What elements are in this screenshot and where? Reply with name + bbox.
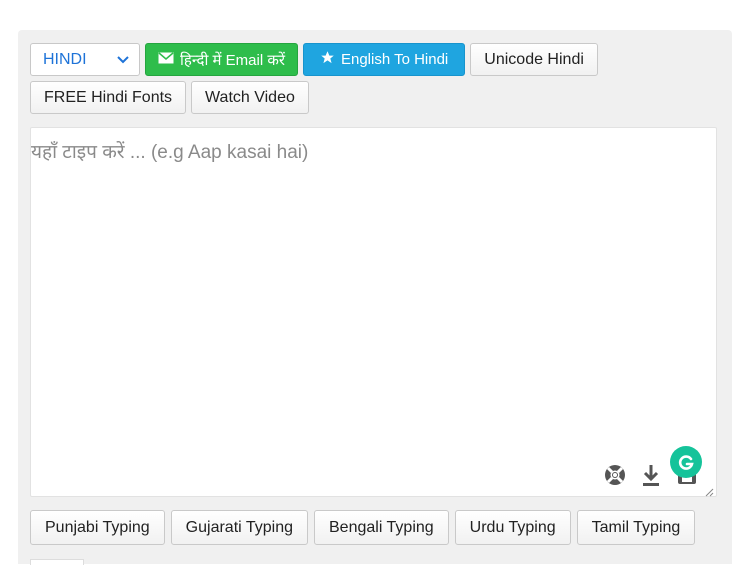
envelope-icon bbox=[158, 51, 174, 68]
toolbar-row-1: HINDI हिन्दी में Email करें English To H… bbox=[30, 43, 720, 76]
email-in-hindi-label: हिन्दी में Email करें bbox=[180, 51, 285, 69]
unicode-hindi-label: Unicode Hindi bbox=[484, 50, 584, 68]
bengali-typing-label: Bengali Typing bbox=[329, 518, 434, 536]
resize-handle[interactable] bbox=[704, 484, 714, 497]
unicode-hindi-button[interactable]: Unicode Hindi bbox=[470, 43, 598, 76]
english-to-hindi-button[interactable]: English To Hindi bbox=[302, 43, 466, 76]
urdu-typing-label: Urdu Typing bbox=[469, 518, 556, 536]
english-to-hindi-label: English To Hindi bbox=[340, 51, 449, 68]
toolbar: HINDI हिन्दी में Email करें English To H… bbox=[30, 43, 720, 119]
typing-textarea[interactable]: यहाँ टाइप करें ... (e.g Aap kasai hai) bbox=[30, 127, 717, 497]
download-icon[interactable] bbox=[638, 462, 664, 488]
tamil-typing-label: Tamil Typing bbox=[591, 518, 681, 536]
punjabi-typing-button[interactable]: Punjabi Typing bbox=[30, 510, 165, 545]
language-select-value: HINDI bbox=[43, 50, 87, 68]
free-hindi-fonts-button[interactable]: FREE Hindi Fonts bbox=[30, 81, 187, 114]
gujarati-typing-button[interactable]: Gujarati Typing bbox=[170, 510, 308, 545]
email-in-hindi-button[interactable]: हिन्दी में Email करें bbox=[145, 43, 298, 76]
next-row-edge bbox=[30, 559, 84, 565]
free-hindi-fonts-label: FREE Hindi Fonts bbox=[44, 88, 173, 106]
watch-video-button[interactable]: Watch Video bbox=[191, 81, 309, 114]
bengali-typing-button[interactable]: Bengali Typing bbox=[314, 510, 449, 545]
chevron-down-icon bbox=[117, 53, 129, 67]
punjabi-typing-label: Punjabi Typing bbox=[45, 518, 150, 536]
lifebuoy-icon[interactable] bbox=[602, 462, 628, 488]
language-links: Punjabi Typing Gujarati Typing Bengali T… bbox=[30, 510, 696, 545]
typing-panel: HINDI हिन्दी में Email करें English To H… bbox=[18, 30, 732, 565]
gujarati-typing-label: Gujarati Typing bbox=[185, 518, 293, 536]
urdu-typing-button[interactable]: Urdu Typing bbox=[454, 510, 571, 545]
tamil-typing-button[interactable]: Tamil Typing bbox=[576, 510, 696, 545]
star-icon bbox=[320, 50, 335, 69]
language-select[interactable]: HINDI bbox=[30, 43, 140, 76]
grammarly-icon[interactable] bbox=[670, 446, 702, 478]
watch-video-label: Watch Video bbox=[205, 88, 295, 106]
toolbar-row-2: FREE Hindi Fonts Watch Video bbox=[30, 81, 720, 114]
textarea-placeholder: यहाँ टाइप करें ... (e.g Aap kasai hai) bbox=[31, 142, 309, 163]
